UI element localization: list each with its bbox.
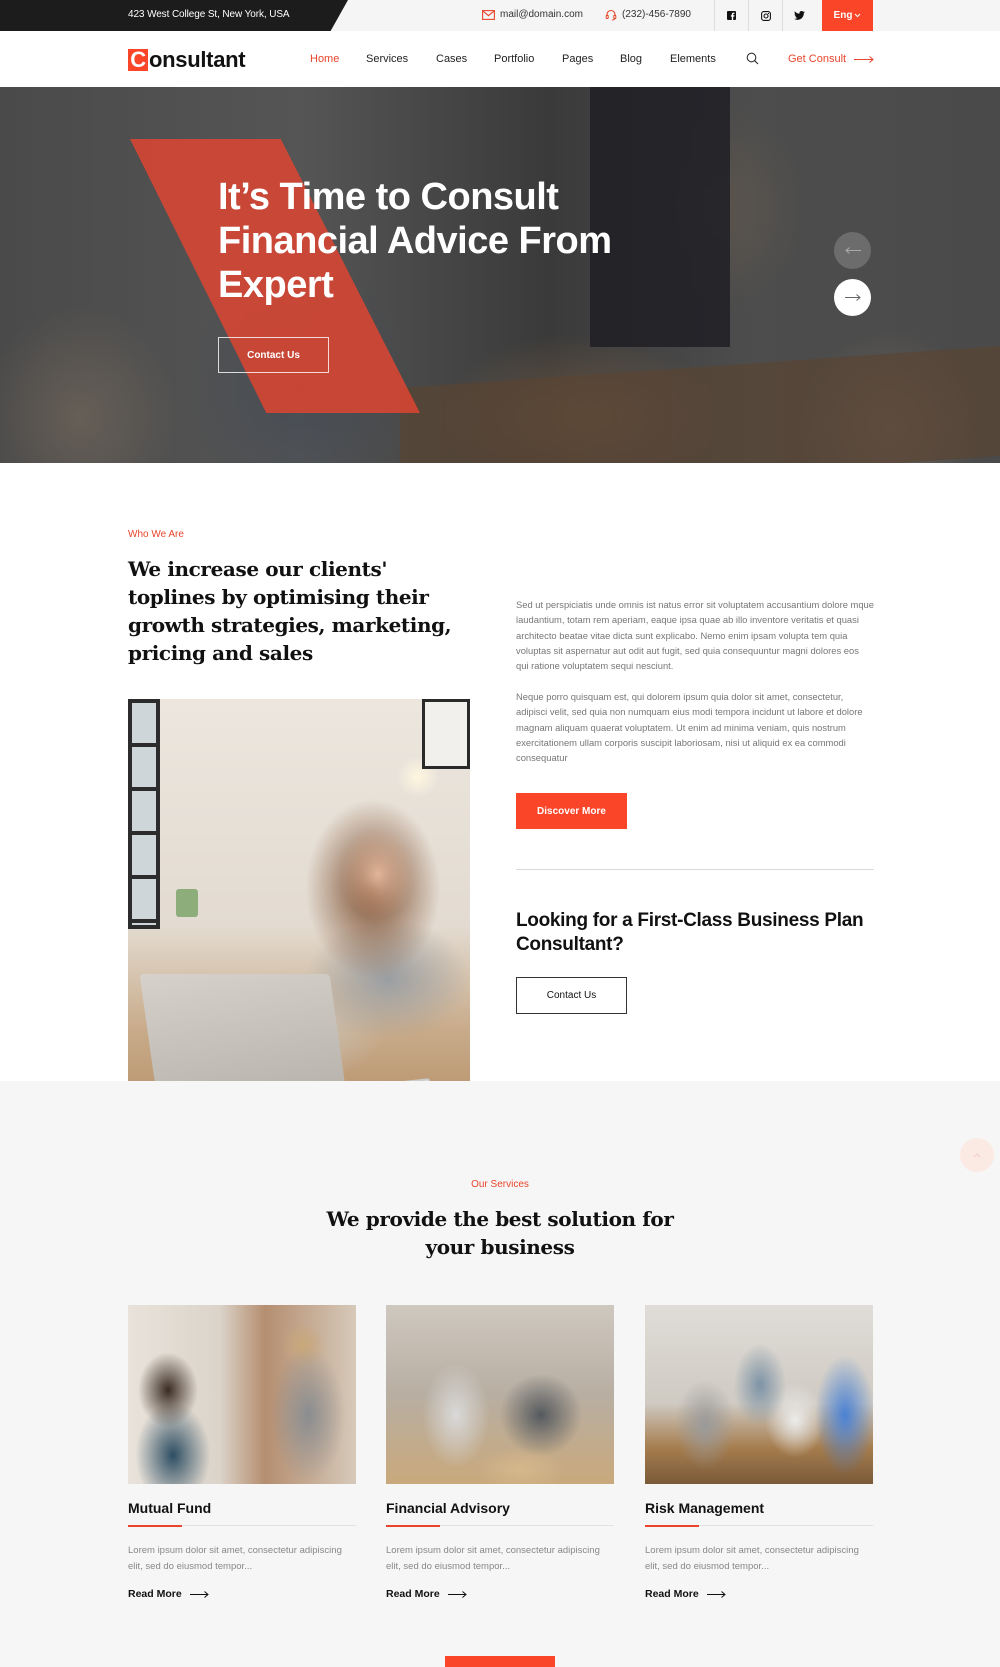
nav-item-cases[interactable]: Cases	[436, 31, 467, 87]
mail-icon	[482, 10, 495, 20]
service-card: Mutual Fund Lorem ipsum dolor sit amet, …	[128, 1305, 356, 1600]
services-title: We provide the best solution for your bu…	[326, 1207, 674, 1259]
read-more-link[interactable]: Read More	[645, 1588, 873, 1600]
chevron-down-icon	[854, 13, 861, 18]
email-link[interactable]: mail@domain.com	[482, 0, 583, 30]
read-more-label: Read More	[128, 1588, 182, 1600]
hero-background-table	[400, 346, 1000, 463]
facebook-icon	[727, 11, 736, 20]
instagram-link[interactable]	[748, 0, 782, 31]
read-more-label: Read More	[645, 1588, 699, 1600]
logo-text: onsultant	[149, 47, 246, 72]
top-bar: 423 West College St, New York, USA mail@…	[0, 0, 1000, 31]
nav-item-home[interactable]: Home	[310, 31, 339, 87]
service-image[interactable]	[386, 1305, 614, 1484]
service-description: Lorem ipsum dolor sit amet, consectetur …	[645, 1545, 859, 1572]
read-more-label: Read More	[386, 1588, 440, 1600]
arrow-right-icon	[844, 294, 861, 301]
address-text: 423 West College St, New York, USA	[128, 9, 290, 20]
chevron-up-icon	[973, 1152, 981, 1158]
scroll-to-top-button[interactable]	[960, 1138, 994, 1172]
nav-item-pages[interactable]: Pages	[562, 31, 593, 87]
headset-icon	[605, 9, 617, 21]
arrow-left-icon	[844, 247, 861, 254]
services-eyebrow: Our Services	[471, 1179, 529, 1190]
about-paragraph-2: Neque porro quisquam est, qui dolorem ip…	[516, 691, 863, 764]
service-divider	[645, 1524, 873, 1527]
nav-item-portfolio[interactable]: Portfolio	[494, 31, 534, 87]
nav-item-elements[interactable]: Elements	[670, 31, 716, 87]
service-description: Lorem ipsum dolor sit amet, consectetur …	[386, 1545, 600, 1572]
service-name[interactable]: Mutual Fund	[128, 1500, 356, 1520]
logo-initial: C	[128, 49, 148, 71]
divider	[516, 869, 874, 870]
read-more-link[interactable]: Read More	[386, 1588, 614, 1600]
service-image[interactable]	[645, 1305, 873, 1484]
service-image[interactable]	[128, 1305, 356, 1484]
phone-text: (232)-456-7890	[622, 9, 691, 20]
get-consult-link[interactable]: Get Consult	[788, 31, 874, 87]
about-image	[128, 699, 470, 1112]
main-navbar: C onsultant Home Services Cases Portfoli…	[0, 31, 1000, 87]
instagram-icon	[760, 10, 771, 21]
facebook-link[interactable]	[714, 0, 748, 31]
slider-next-button[interactable]	[834, 279, 871, 316]
twitter-link[interactable]	[782, 0, 816, 31]
about-paragraph-1: Sed ut perspiciatis unde omnis ist natus…	[516, 599, 874, 672]
nav-item-services[interactable]: Services	[366, 31, 408, 87]
service-name[interactable]: Risk Management	[645, 1500, 873, 1520]
read-more-link[interactable]: Read More	[128, 1588, 356, 1600]
phone-link[interactable]: (232)-456-7890	[605, 0, 691, 30]
hero-contact-button[interactable]: Contact Us	[218, 337, 329, 373]
arrow-right-icon	[706, 1590, 726, 1598]
service-card: Financial Advisory Lorem ipsum dolor sit…	[386, 1305, 614, 1600]
view-all-services-button[interactable]	[445, 1656, 555, 1667]
hero-slider: It’s Time to Consult Financial Advice Fr…	[0, 87, 1000, 463]
language-selector[interactable]: Eng	[822, 0, 873, 31]
arrow-right-icon	[189, 1590, 209, 1598]
slider-prev-button[interactable]	[834, 232, 871, 269]
logo[interactable]: C onsultant	[128, 47, 246, 73]
service-card: Risk Management Lorem ipsum dolor sit am…	[645, 1305, 873, 1600]
cta-contact-button[interactable]: Contact Us	[516, 977, 627, 1014]
language-label: Eng	[833, 10, 853, 21]
service-divider	[128, 1524, 356, 1527]
about-title: We increase our clients' toplines by opt…	[128, 557, 452, 665]
arrow-right-icon	[854, 55, 874, 63]
discover-more-button[interactable]: Discover More	[516, 793, 627, 829]
twitter-icon	[794, 11, 805, 20]
cta-title: Looking for a First-Class Business Plan …	[516, 910, 864, 955]
service-divider	[386, 1524, 614, 1527]
arrow-right-icon	[447, 1590, 467, 1598]
get-consult-label: Get Consult	[788, 53, 847, 65]
email-text: mail@domain.com	[500, 9, 583, 20]
search-icon[interactable]	[746, 52, 759, 65]
hero-title: It’s Time to Consult Financial Advice Fr…	[218, 176, 612, 306]
service-name[interactable]: Financial Advisory	[386, 1500, 614, 1520]
service-description: Lorem ipsum dolor sit amet, consectetur …	[128, 1545, 342, 1572]
nav-item-blog[interactable]: Blog	[620, 31, 642, 87]
about-eyebrow: Who We Are	[128, 529, 184, 540]
